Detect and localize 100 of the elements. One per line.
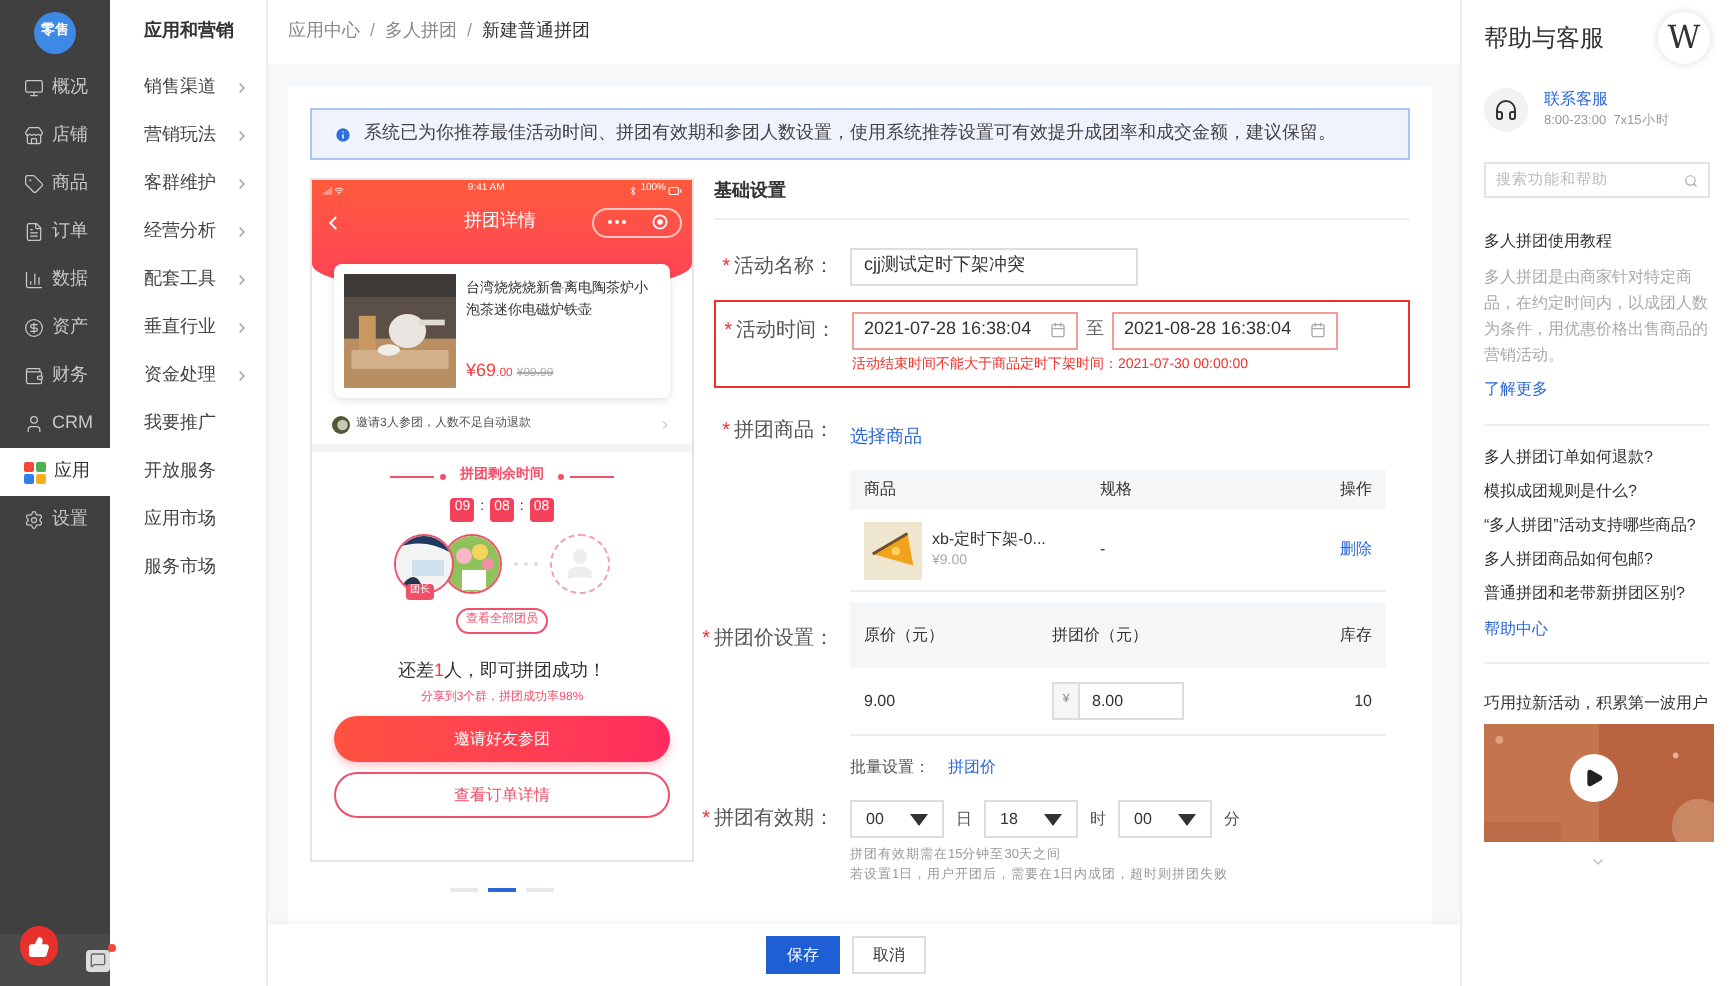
calendar-icon	[1050, 322, 1066, 338]
cancel-button[interactable]: 取消	[852, 936, 926, 974]
tutorial-title: 多人拼团使用教程	[1484, 230, 1614, 254]
field-label: 拼团价设置：	[714, 625, 834, 654]
breadcrumb-current: 新建普通拼团	[482, 18, 591, 45]
sidebar-item[interactable]: 商品	[0, 160, 110, 208]
chevron-icon	[658, 417, 672, 431]
sidebar-item[interactable]: 设置	[0, 496, 110, 544]
breadcrumb-link[interactable]: 应用中心	[288, 18, 360, 46]
select-field[interactable]: 00	[850, 800, 944, 838]
alert-text: 系统已为你推荐最佳活动时间、拼团有效期和参团人数设置，使用系统推荐设置可有效提升成团率和成交金额，建议保留。	[364, 120, 1336, 147]
bar-chart-icon	[24, 270, 44, 290]
faq-link[interactable]: 普通拼团和老带新拼团区别?	[1484, 582, 1710, 606]
select-field[interactable]: 18	[984, 800, 1078, 838]
column-header: 库存	[1340, 623, 1372, 647]
sidebar-item[interactable]: 财务	[0, 352, 110, 400]
subnav-item[interactable]: 客群维护	[110, 160, 266, 208]
end-date-field[interactable]: 2021-08-28 16:38:04	[1112, 311, 1338, 349]
breadcrumb-separator: /	[467, 18, 473, 45]
breadcrumb-link[interactable]: 多人拼团	[385, 18, 458, 46]
sidebar-item[interactable]: 订单	[0, 208, 110, 256]
subnav-item[interactable]: 营销玩法	[110, 112, 266, 160]
caret-icon	[1044, 813, 1062, 825]
apps-icon	[24, 461, 46, 483]
battery-icon	[668, 183, 682, 197]
required-mark: *	[702, 806, 710, 834]
signal-icon	[322, 185, 332, 195]
tutorial-text: 多人拼团是由商家针对特定商品，在约定时间内，以成团人数为条件，用优惠价格出售商品的营销活动。	[1484, 266, 1710, 368]
batch-price-link[interactable]: 拼团价	[948, 756, 996, 780]
faq-link[interactable]: 模拟成团规则是什么?	[1484, 480, 1710, 504]
subnav-item[interactable]: 开放服务	[110, 448, 266, 496]
subnav-item[interactable]: 应用市场	[110, 496, 266, 544]
sidebar-item[interactable]: 应用	[0, 448, 110, 496]
subnav-item[interactable]: 资金处理	[110, 352, 266, 400]
caret-icon	[910, 813, 928, 825]
faq-link[interactable]: 多人拼团商品如何包邮?	[1484, 548, 1710, 572]
delete-link[interactable]: 删除	[1340, 538, 1372, 562]
bluetooth-icon	[628, 185, 639, 195]
document-icon	[24, 222, 44, 242]
name-field[interactable]: cjj测试定时下架冲突	[850, 247, 1138, 285]
faq-link[interactable]: “多人拼团”活动支持哪些商品?	[1484, 514, 1710, 538]
column-header: 拼团价（元）	[1052, 623, 1150, 647]
subnav-item[interactable]: 垂直行业	[110, 304, 266, 352]
contact-link[interactable]: 联系客服	[1544, 88, 1670, 113]
sidebar-item[interactable]: 数据	[0, 256, 110, 304]
calendar-icon	[1310, 322, 1326, 338]
subnav-item[interactable]: 服务市场	[110, 544, 266, 592]
faq-link[interactable]: 多人拼团订单如何退款?	[1484, 446, 1710, 470]
order-button[interactable]: 查看订单详情	[334, 772, 670, 818]
subnav-item[interactable]: 销售渠道	[110, 64, 266, 112]
unit-label: 分	[1224, 807, 1240, 831]
coin-icon	[24, 318, 44, 338]
column-header: 原价（元）	[864, 623, 946, 647]
caret-icon	[1178, 813, 1196, 825]
unit-label: 时	[1090, 807, 1106, 831]
required-mark: *	[702, 626, 710, 654]
batch-label: 批量设置：	[850, 756, 930, 780]
info-icon	[334, 125, 352, 143]
subnav-item[interactable]: 我要推广	[110, 400, 266, 448]
empty-avatar	[550, 533, 610, 593]
tag-icon	[24, 174, 44, 194]
subnav-item[interactable]: 经营分析	[110, 208, 266, 256]
subnav-item[interactable]: 配套工具	[110, 256, 266, 304]
required-mark: *	[722, 418, 730, 446]
column-header: 规格	[1100, 478, 1134, 502]
field-label: 拼团商品：	[734, 417, 834, 446]
sidebar-item[interactable]: 店铺	[0, 112, 110, 160]
table-cell-text: 9.00	[864, 689, 898, 713]
select-goods-link[interactable]: 选择商品	[850, 426, 922, 446]
table-cell-text: -	[1100, 538, 1108, 562]
field-label: 拼团有效期：	[714, 805, 834, 834]
panel-title: 帮助与客服	[1484, 22, 1604, 56]
search-icon	[1684, 173, 1698, 187]
learn-more-link[interactable]: 了解更多	[1484, 378, 1710, 402]
required-mark: *	[724, 317, 732, 345]
save-button[interactable]: 保存	[766, 936, 840, 974]
select-field[interactable]: 00	[1118, 800, 1212, 838]
wifi-icon	[334, 185, 344, 195]
range-separator: 至	[1086, 316, 1104, 343]
sidebar-item[interactable]: CRM	[0, 400, 110, 448]
user-avatar[interactable]: W	[1658, 12, 1710, 64]
start-date-field[interactable]: 2021-07-28 16:38:04	[852, 311, 1078, 349]
column-header: 商品	[864, 478, 898, 502]
wallet-icon	[24, 366, 44, 386]
table-cell: 10	[1354, 689, 1372, 713]
user-icon	[24, 414, 44, 434]
breadcrumb-separator: /	[370, 18, 376, 45]
section-title: 基础设置	[714, 178, 1410, 219]
store-icon	[24, 126, 44, 146]
monitor-icon	[24, 78, 44, 98]
sidebar-item[interactable]: 资产	[0, 304, 110, 352]
field-label: 活动名称：	[734, 253, 834, 281]
target-icon	[651, 214, 667, 230]
like-icon[interactable]	[20, 926, 59, 966]
chevron-icon[interactable]	[1589, 854, 1605, 870]
unit-label: 日	[956, 807, 972, 831]
help-center-link[interactable]: 帮助中心	[1484, 618, 1710, 642]
sidebar-item[interactable]: 概况	[0, 64, 110, 112]
group-status: 还差1人，即可拼团成功！	[397, 657, 606, 683]
capsule-menu[interactable]	[592, 207, 682, 237]
